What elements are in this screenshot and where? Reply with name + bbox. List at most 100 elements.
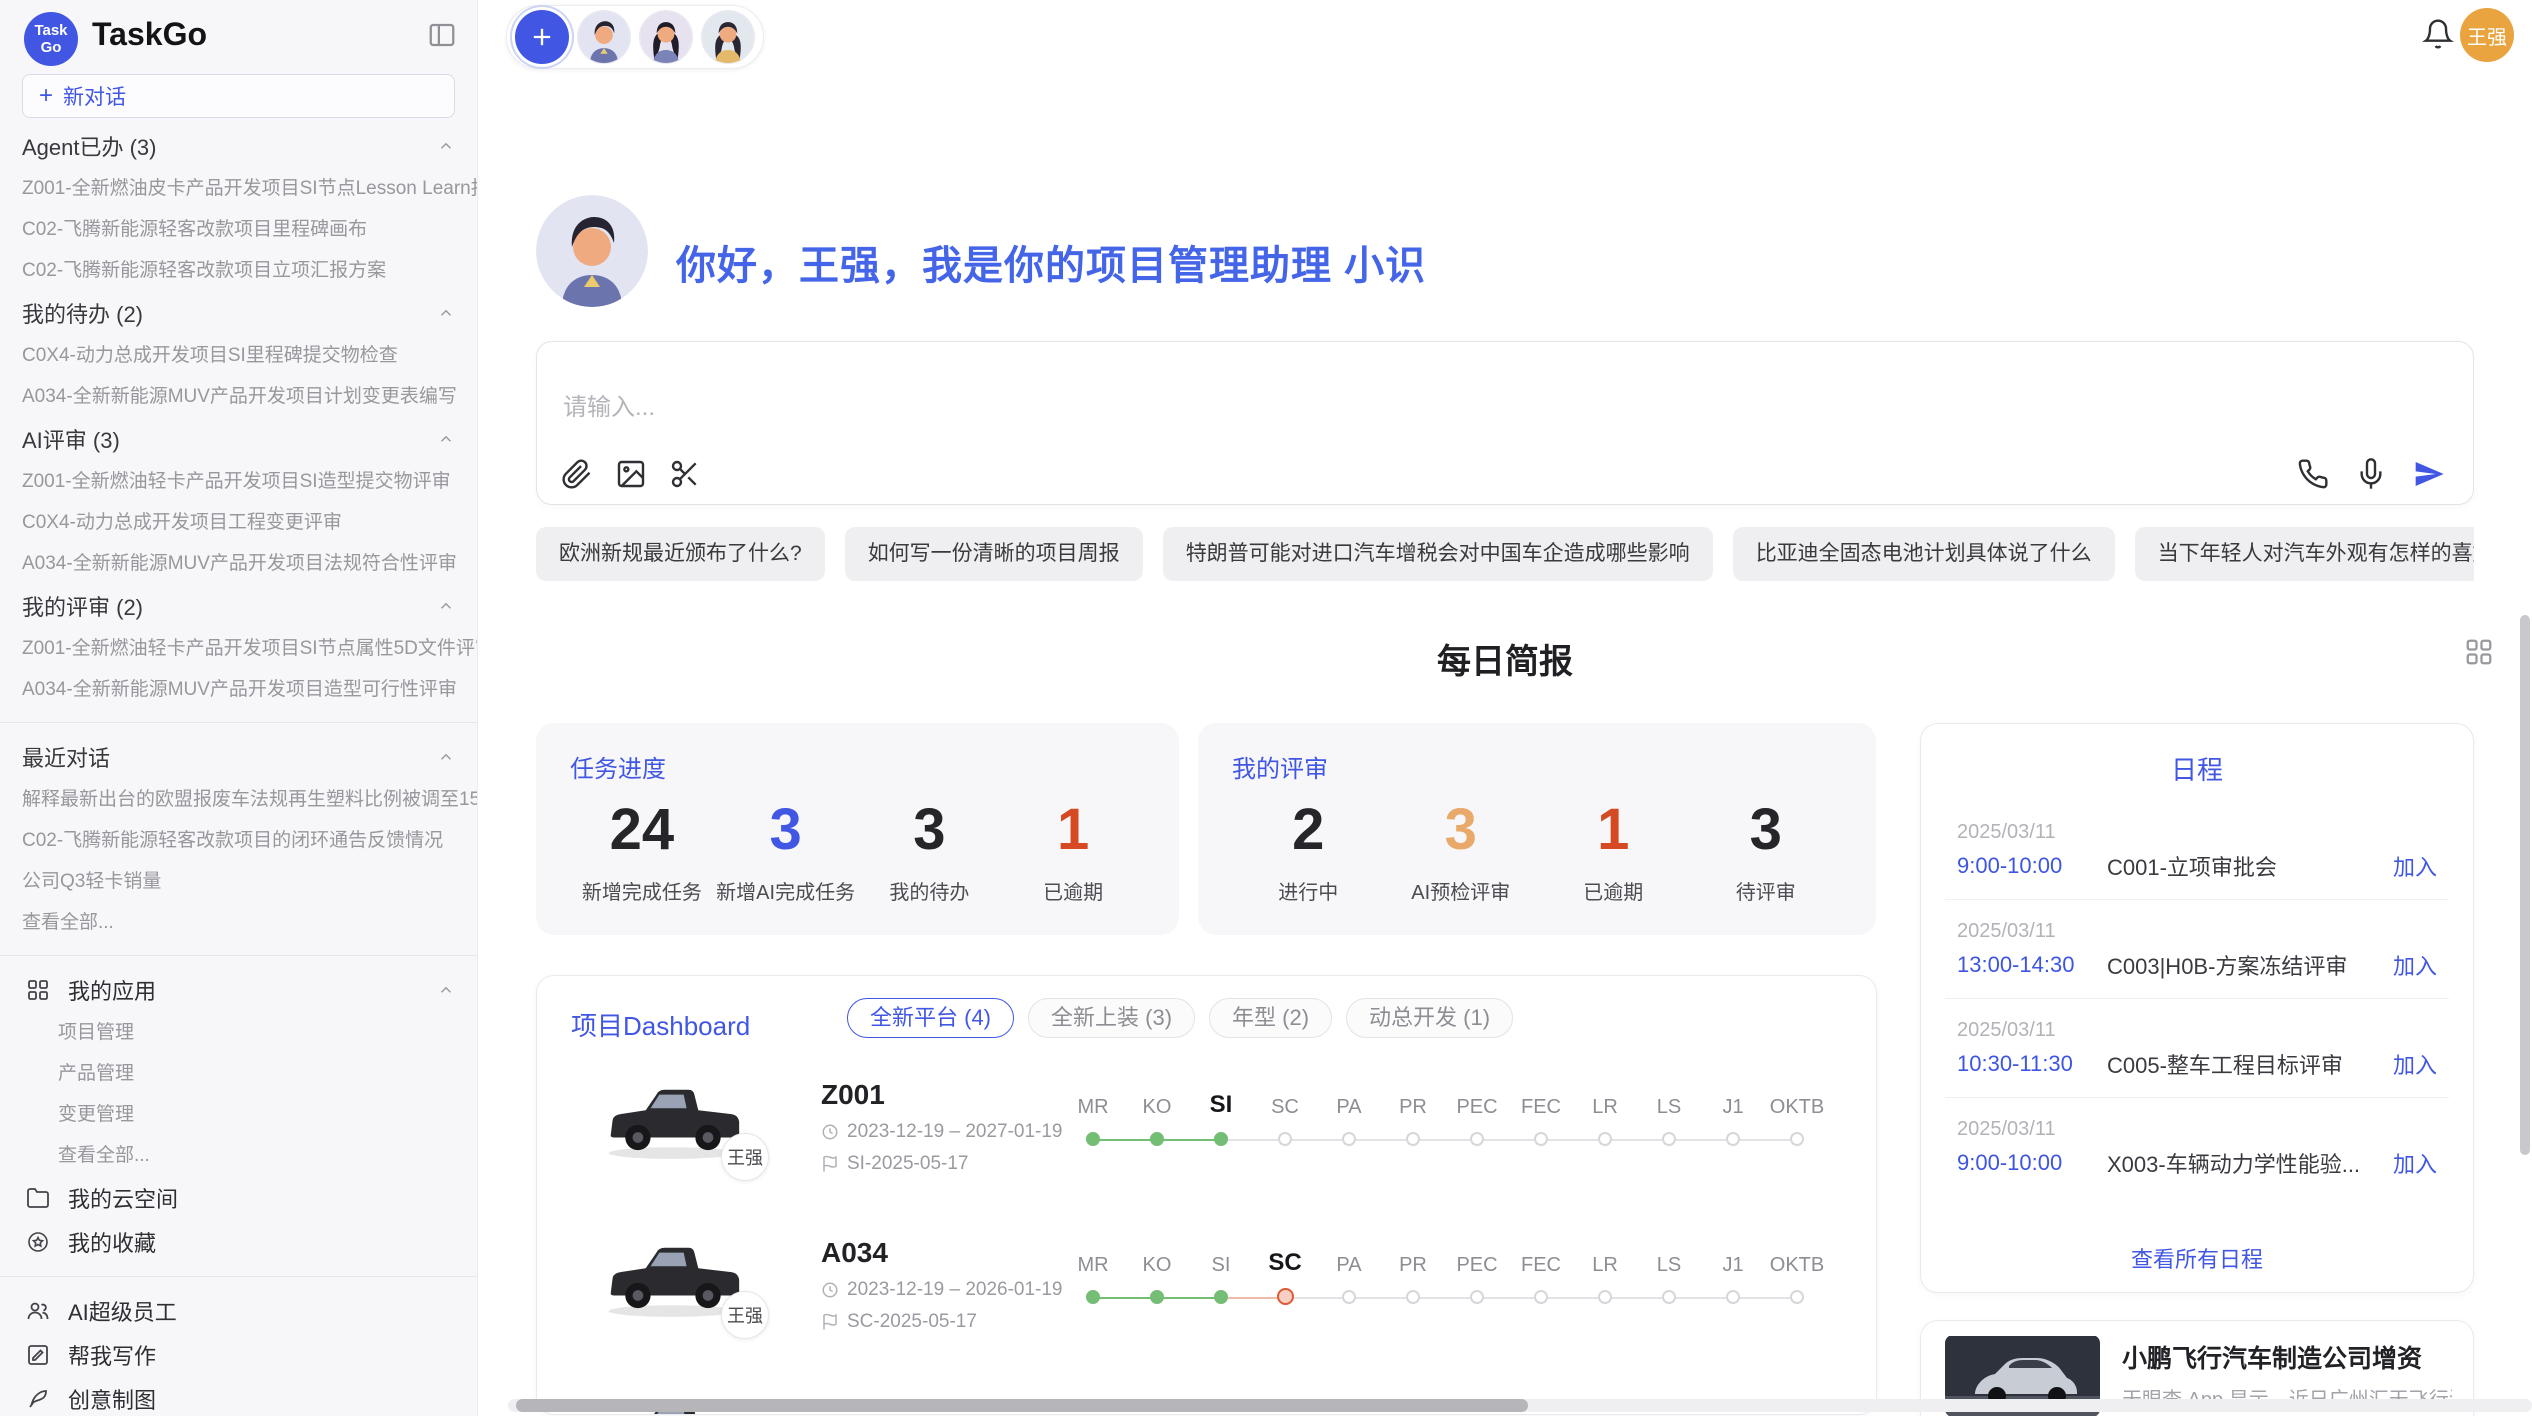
image-icon[interactable] (615, 458, 647, 490)
dashboard-tab[interactable]: 年型 (2) (1209, 998, 1332, 1038)
milestone-label: SC (1268, 1233, 1301, 1277)
people-icon (26, 1299, 50, 1323)
schedule-row: 10:30-11:30 C005-整车工程目标评审 加入 (1957, 1045, 2437, 1083)
stat: 1 已逾期 (1537, 790, 1690, 905)
vertical-scrollbar-thumb[interactable] (2520, 615, 2530, 1155)
sidebar-item-ai-employee[interactable]: AI超级员工 (0, 1289, 477, 1333)
milestone-label: SI (1210, 1075, 1233, 1119)
new-chat-button[interactable]: + 新对话 (22, 74, 455, 118)
milestone-label: FEC (1521, 1233, 1561, 1277)
grid-icon (26, 978, 50, 1002)
join-link[interactable]: 加入 (2393, 949, 2437, 981)
scissors-icon[interactable] (669, 458, 701, 490)
suggestion-chip[interactable]: 当下年轻人对汽车外观有怎样的喜好趋势 (2135, 527, 2474, 581)
milestone-node: PEC (1445, 1075, 1509, 1146)
stat-label: 新增AI完成任务 (714, 876, 858, 905)
app-window: Task Go TaskGo + 新对话 Agent已办 (3) (0, 0, 2532, 1416)
add-agent-button[interactable] (515, 10, 569, 64)
stat-label: AI预检评审 (1385, 876, 1538, 905)
apps-view-all[interactable]: 查看全部... (0, 1135, 477, 1176)
sidebar-item-favorites[interactable]: 我的收藏 (0, 1220, 477, 1264)
milestone-dot (1150, 1132, 1164, 1146)
join-link[interactable]: 加入 (2393, 850, 2437, 882)
recent-chat-item[interactable]: 公司Q3轻卡销量 (0, 861, 477, 902)
project-row[interactable]: 王强 A034 2023-12-19 – 2026-01-19 (537, 1219, 1876, 1377)
sidebar-item[interactable]: A034-全新新能源MUV产品开发项目计划变更表编写 (0, 376, 477, 417)
sidebar-item[interactable]: A034-全新新能源MUV产品开发项目造型可行性评审 (0, 669, 477, 710)
suggestion-chip[interactable]: 欧洲新规最近颁布了什么? (536, 527, 825, 581)
suggestion-chip[interactable]: 比亚迪全固态电池计划具体说了什么 (1733, 527, 2115, 581)
app-item[interactable]: 变更管理 (0, 1094, 477, 1135)
main-area: 王强 你好，王强，我是你的项目管理助理 小识 (478, 0, 2532, 1416)
milestone-dot (1790, 1290, 1804, 1304)
sidebar-item[interactable]: Z001-全新燃油轻卡产品开发项目SI造型提交物评审 (0, 461, 477, 502)
chevron-up-icon[interactable] (437, 597, 455, 615)
microphone-icon[interactable] (2355, 458, 2387, 490)
sidebar-item-cloud-space[interactable]: 我的云空间 (0, 1176, 477, 1220)
agent-avatar-2[interactable] (639, 10, 693, 64)
project-dates: 2023-12-19 – 2026-01-19 (821, 1279, 1063, 1301)
chevron-up-icon[interactable] (437, 137, 455, 155)
stat-label: 已逾期 (1001, 876, 1145, 905)
layout-grid-icon[interactable] (2464, 637, 2494, 667)
sidebar-group: Agent已办 (3) Z001-全新燃油皮卡产品开发项目SI节点Lesson … (0, 124, 477, 291)
divider (0, 722, 477, 723)
phone-icon[interactable] (2297, 458, 2329, 490)
recent-view-all[interactable]: 查看全部... (0, 902, 477, 943)
suggestion-chip[interactable]: 如何写一份清晰的项目周报 (845, 527, 1143, 581)
stat-value: 3 (858, 790, 1002, 870)
milestone-label: LS (1657, 1233, 1681, 1277)
collapse-sidebar-icon[interactable] (427, 20, 457, 50)
join-link[interactable]: 加入 (2393, 1048, 2437, 1080)
join-link[interactable]: 加入 (2393, 1147, 2437, 1179)
agent-avatar-bar (506, 5, 764, 69)
sidebar-group-header[interactable]: AI评审 (3) (0, 417, 477, 461)
notification-bell-icon[interactable] (2422, 18, 2454, 50)
dashboard-tab[interactable]: 动总开发 (1) (1346, 998, 1513, 1038)
stat-label: 已逾期 (1537, 876, 1690, 905)
user-avatar[interactable]: 王强 (2460, 8, 2514, 62)
sidebar-group-header-recent[interactable]: 最近对话 (0, 735, 477, 779)
chevron-up-icon[interactable] (437, 748, 455, 766)
chat-input[interactable] (563, 394, 1963, 422)
dashboard-tabs: 全新平台 (4) 全新上装 (3) 年型 (2) 动总开发 (1) (847, 998, 1513, 1038)
recent-chat-item[interactable]: C02-飞腾新能源轻客改款项目的闭环通告反馈情况 (0, 820, 477, 861)
dashboard-tab[interactable]: 全新上装 (3) (1028, 998, 1195, 1038)
attachment-icon[interactable] (561, 458, 593, 490)
sidebar-item[interactable]: C02-飞腾新能源轻客改款项目立项汇报方案 (0, 250, 477, 291)
milestone-dot (1470, 1132, 1484, 1146)
milestone-node: FEC (1509, 1075, 1573, 1146)
sidebar-item-creative-draw[interactable]: 创意制图 (0, 1377, 477, 1416)
dashboard-tab[interactable]: 全新平台 (4) (847, 998, 1014, 1038)
sidebar-group-header[interactable]: Agent已办 (3) (0, 124, 477, 168)
send-icon[interactable] (2413, 458, 2445, 490)
chevron-up-icon[interactable] (437, 304, 455, 322)
sidebar-item[interactable]: A034-全新新能源MUV产品开发项目法规符合性评审 (0, 543, 477, 584)
schedule-item: 2025/03/11 9:00-10:00 X003-车辆动力学性能验... 加… (1945, 1097, 2449, 1196)
sidebar-item[interactable]: Z001-全新燃油皮卡产品开发项目SI节点Lesson Learn报告 (0, 168, 477, 209)
agent-avatar-1[interactable] (577, 10, 631, 64)
suggestion-chip[interactable]: 特朗普可能对进口汽车增税会对中国车企造成哪些影响 (1163, 527, 1713, 581)
app-item[interactable]: 项目管理 (0, 1012, 477, 1053)
sidebar-group: AI评审 (3) Z001-全新燃油轻卡产品开发项目SI造型提交物评审 C0X4… (0, 417, 477, 584)
milestone-label: MR (1077, 1233, 1108, 1277)
recent-chat-item[interactable]: 解释最新出台的欧盟报废车法规再生塑料比例被调至15%... (0, 779, 477, 820)
cloud-space-label: 我的云空间 (68, 1182, 178, 1214)
my-apps-header[interactable]: 我的应用 (0, 968, 477, 1012)
sidebar-item-help-write[interactable]: 帮我写作 (0, 1333, 477, 1377)
chevron-up-icon[interactable] (437, 430, 455, 448)
sidebar-group-header[interactable]: 我的评审 (2) (0, 584, 477, 628)
project-row[interactable]: 王强 Z001 2023-12-19 – 2027-01-19 (537, 1061, 1876, 1219)
horizontal-scrollbar-thumb[interactable] (516, 1399, 1528, 1412)
sidebar-item[interactable]: C0X4-动力总成开发项目工程变更评审 (0, 502, 477, 543)
sidebar-group-header[interactable]: 我的待办 (2) (0, 291, 477, 335)
sidebar-item[interactable]: C02-飞腾新能源轻客改款项目里程碑画布 (0, 209, 477, 250)
agent-avatar-3[interactable] (701, 10, 755, 64)
sidebar-item[interactable]: Z001-全新燃油轻卡产品开发项目SI节点属性5D文件评审 (0, 628, 477, 669)
horizontal-scrollbar (508, 1399, 2532, 1412)
chevron-up-icon[interactable] (437, 981, 455, 999)
view-all-schedule-link[interactable]: 查看所有日程 (1921, 1242, 2473, 1274)
sidebar-item[interactable]: C0X4-动力总成开发项目SI里程碑提交物检查 (0, 335, 477, 376)
app-item[interactable]: 产品管理 (0, 1053, 477, 1094)
project-code: Z001 (821, 1079, 885, 1111)
